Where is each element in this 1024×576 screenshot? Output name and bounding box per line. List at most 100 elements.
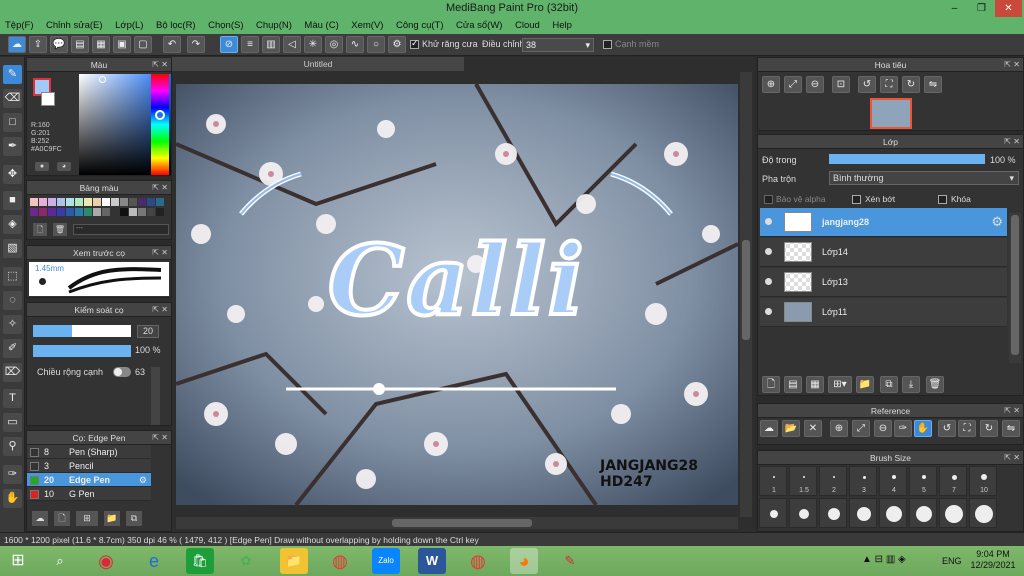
grid-icon[interactable]: ▦ (92, 36, 110, 53)
canvas-horizontal-scrollbar[interactable] (176, 517, 738, 529)
maximize-button[interactable]: ❐ (968, 0, 995, 17)
opera-icon[interactable]: ◉ (92, 548, 120, 574)
adjust-select[interactable]: 38 ▾ (522, 38, 594, 52)
snap-vanish-icon[interactable]: ◁ (283, 36, 301, 53)
brush-tool-icon[interactable]: ✎ (3, 65, 22, 84)
layer-row[interactable]: Lớp14 (760, 238, 1007, 267)
palette-swatch[interactable] (120, 208, 128, 216)
palette-swatch[interactable] (84, 208, 92, 216)
palette-swatch[interactable] (66, 198, 74, 206)
navigator-thumbnail[interactable] (870, 98, 912, 129)
edge-icon[interactable]: e (140, 548, 168, 574)
color-picker-handle[interactable] (99, 76, 106, 83)
palette-swatch[interactable] (156, 208, 164, 216)
layer-row[interactable]: jangjang28 ⚙ (760, 208, 1007, 237)
menu-file[interactable]: Tệp(F) (0, 17, 39, 34)
rotate-left-icon[interactable]: ↺ (858, 76, 876, 93)
snap-curve-icon[interactable]: ∿ (346, 36, 364, 53)
control-scrollbar[interactable] (151, 367, 160, 425)
brush-size-option[interactable] (909, 498, 937, 528)
language-indicator[interactable]: ENG (942, 556, 962, 566)
cloud-icon[interactable]: ☁ (760, 420, 778, 437)
undock-icon[interactable]: ⇱ (1004, 135, 1011, 149)
cloud-download-icon[interactable]: ☁ (32, 511, 48, 526)
chrome-icon[interactable]: ◍ (326, 548, 354, 574)
close-icon[interactable]: ✕ (161, 431, 168, 445)
brush-size-option[interactable]: 1.5 (789, 466, 817, 496)
eraser-tool-icon[interactable]: ⌫ (3, 89, 22, 108)
share-icon[interactable]: ⇪ (29, 36, 47, 53)
frame-icon[interactable]: ▢ (134, 36, 152, 53)
folder-icon[interactable]: 📁 (856, 376, 874, 393)
layout-icon[interactable]: ▣ (113, 36, 131, 53)
palette-swatch[interactable] (111, 198, 119, 206)
menu-snap[interactable]: Chụp(N) (251, 17, 297, 34)
visibility-icon[interactable] (765, 308, 772, 315)
zoom-in-icon[interactable]: ⊕ (830, 420, 848, 437)
actual-size-icon[interactable]: ⊡ (832, 76, 850, 93)
open-folder-icon[interactable]: 📂 (782, 420, 800, 437)
undock-icon[interactable]: ⇱ (1004, 451, 1011, 465)
snap-circle-icon[interactable]: ◎ (325, 36, 343, 53)
new-brush-icon[interactable]: 🗋 (54, 511, 70, 526)
visibility-icon[interactable] (765, 278, 772, 285)
palette-swatch[interactable] (156, 198, 164, 206)
palette-swatch[interactable] (138, 208, 146, 216)
palette-swatch[interactable] (75, 208, 83, 216)
fit-icon[interactable]: ⤢ (784, 76, 802, 93)
blend-mode-select[interactable]: Bình thường ▾ (829, 171, 1019, 185)
hand-icon[interactable]: ✋ (914, 420, 932, 437)
redo-icon[interactable]: ↷ (187, 36, 205, 53)
clip-checkbox[interactable] (852, 194, 861, 205)
close-icon[interactable]: ✕ (161, 58, 168, 72)
menu-window[interactable]: Cửa sổ(W) (451, 17, 507, 34)
rotate-right-icon[interactable]: ↻ (980, 420, 998, 437)
background-color-swatch[interactable] (41, 92, 55, 106)
layer-opacity-slider[interactable] (829, 154, 985, 164)
divide-tool-icon[interactable]: ▭ (3, 413, 22, 432)
palette-swatch[interactable] (102, 198, 110, 206)
undock-icon[interactable]: ⇱ (152, 246, 159, 260)
folder-icon[interactable]: 📁 (104, 511, 120, 526)
layer-row[interactable]: Lớp11 (760, 298, 1007, 327)
color-mode-button[interactable]: ● (35, 162, 49, 171)
brush-size-option[interactable]: 5 (909, 466, 937, 496)
new-halftone-layer-icon[interactable]: ▤ (784, 376, 802, 393)
gear-icon[interactable]: ⚙ (139, 473, 147, 487)
zoom-out-icon[interactable]: ⊖ (806, 76, 824, 93)
text-tool-icon[interactable]: T (3, 389, 22, 408)
flip-icon[interactable]: ⇋ (924, 76, 942, 93)
palette-swatch[interactable] (129, 208, 137, 216)
windows-start-icon[interactable]: ⊞ (4, 548, 32, 574)
settings-icon[interactable]: ⚙ (388, 36, 406, 53)
zoom-out-icon[interactable]: ⊖ (874, 420, 892, 437)
document-tab[interactable]: Untitled (172, 57, 464, 71)
medibang-icon[interactable]: ◕ (510, 548, 538, 574)
menu-filter[interactable]: Bộ lọc(R) (151, 17, 201, 34)
clock[interactable]: 9:04 PM 12/29/2021 (966, 549, 1020, 571)
menu-help[interactable]: Help (547, 17, 577, 34)
palette-swatch[interactable] (39, 198, 47, 206)
undock-icon[interactable]: ⇱ (152, 431, 159, 445)
comment-icon[interactable]: 💬 (50, 36, 68, 53)
antialias-checkbox[interactable] (410, 38, 419, 50)
snap-parallel-icon[interactable]: ≡ (241, 36, 259, 53)
brush-size-option[interactable]: 1 (759, 466, 787, 496)
new-layer-icon[interactable]: 🗋 (762, 376, 780, 393)
system-tray-icons[interactable]: ▲ ⊟ ▥ ◈ (862, 554, 906, 565)
fit-window-icon[interactable]: ⛶ (880, 76, 898, 93)
horizontal-scroll-thumb[interactable] (392, 519, 532, 527)
undock-icon[interactable]: ⇱ (152, 181, 159, 195)
menu-layer[interactable]: Lớp(L) (110, 17, 148, 34)
opacity-slider[interactable] (33, 345, 131, 357)
visibility-icon[interactable] (765, 248, 772, 255)
layer-list-scrollbar[interactable] (1009, 213, 1021, 363)
lasso-tool-icon[interactable]: ◌ (3, 291, 22, 310)
new-palette-icon[interactable]: 🗋 (33, 223, 47, 236)
menu-tools[interactable]: Công cụ(T) (391, 17, 449, 34)
close-icon[interactable]: ✕ (1013, 451, 1020, 465)
color-swap-button[interactable]: ◕ (57, 162, 71, 171)
add-layer-menu-icon[interactable]: ⊞▾ (828, 376, 852, 393)
search-icon[interactable]: ⌕ (46, 548, 74, 574)
brush-size-option[interactable]: 7 (939, 466, 967, 496)
